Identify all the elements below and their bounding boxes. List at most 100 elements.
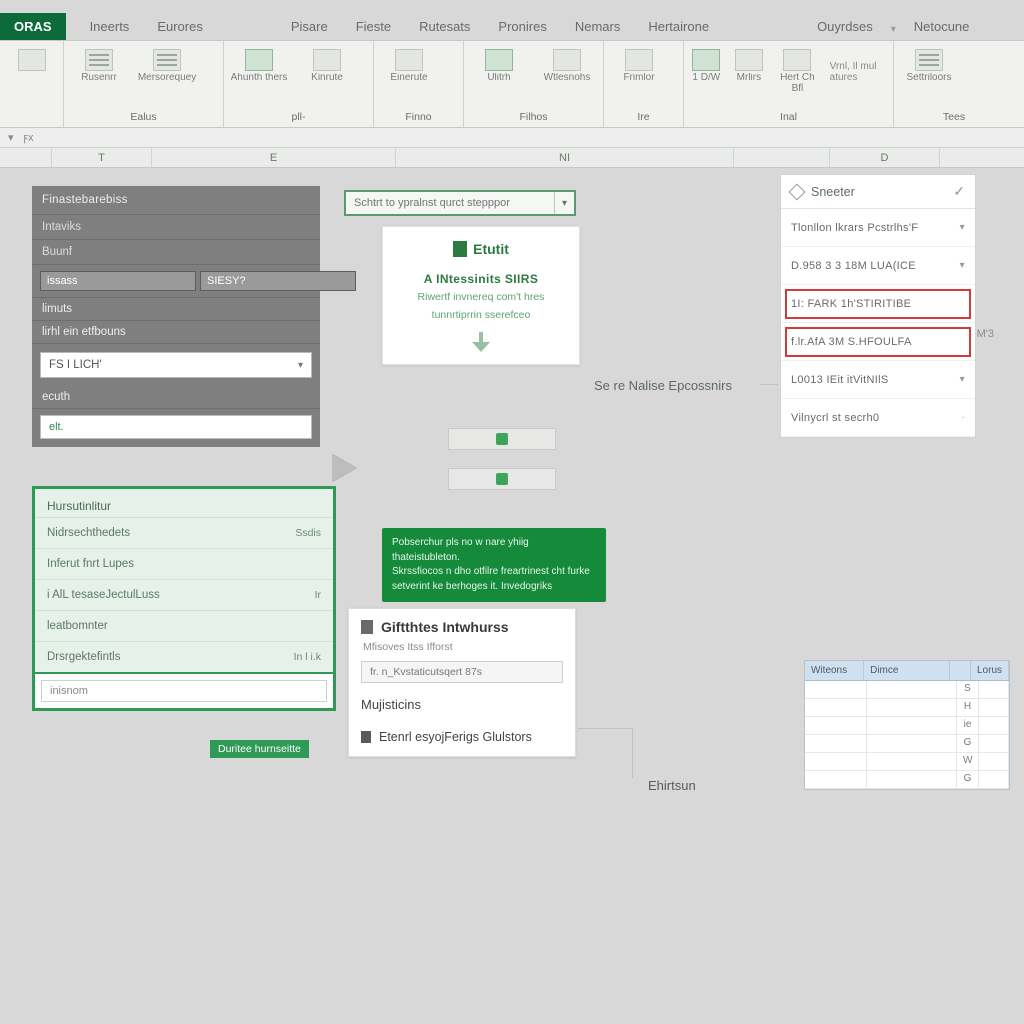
ribbon-btn-clipboard[interactable] [6,49,57,84]
panel-row-intaviks[interactable]: Intaviks [32,215,320,240]
worksheet-canvas: Finastebarebiss Intaviks Buunf limuts li… [0,168,1024,1024]
tab-rutesats[interactable]: Rutesats [405,13,484,40]
panel-select[interactable]: FS I LICH' ▾ [40,352,312,378]
mini-action-2[interactable] [448,468,556,490]
col-NI[interactable]: NI [396,148,734,167]
suggestion-input[interactable] [41,680,327,702]
ribbon-btn-ahunth[interactable]: Ahunth thers [230,49,288,84]
check-icon [496,433,508,445]
promo-card: Etutit A INtessinits SIIRS Riwertf invne… [382,226,580,365]
arrow-right-icon [332,454,356,482]
table-row[interactable]: S [805,681,1009,699]
folders-card: Giftthtes Intwhurss Mfisoves Itss Iffors… [348,608,576,757]
suggestion-item[interactable]: DrsrgektefintlsIn l i.k [35,641,333,672]
mt-head-4[interactable]: Lorus [971,661,1009,680]
chevron-down-icon: ▾ [298,360,303,371]
slicer-row[interactable]: Tlonllon lkrars Pcstrlhs'F▾ [781,209,975,247]
tab-ouyrdses[interactable]: Ouyrdses [803,13,887,40]
ribbon-btn-1dw[interactable]: 1 D/W [690,49,723,94]
ribbon-btn-rusenrr[interactable]: Rusenrr [70,49,128,84]
center-search-dropdown[interactable]: ▾ [554,192,574,214]
suggestion-header: Hursutinlitur [35,489,333,517]
ribbon-btn-hertchbfl[interactable]: Hert Ch Bfl [775,49,819,94]
tab-nemars[interactable]: Nemars [561,13,635,40]
folders-item-2[interactable]: Etenrl esyojFerigs Glulstors [361,730,563,744]
slicer-header[interactable]: Sneeter ✓ [781,175,975,209]
ribbon-group-pll: pll- [230,111,367,125]
mini-table-header: Witeons Dimce Lorus [805,661,1009,681]
center-search-input[interactable] [346,197,554,209]
table-row[interactable]: G [805,735,1009,753]
ribbon-btn-einerute[interactable]: Einerute [380,49,438,84]
ribbon-btn-ulitrh[interactable]: Ulitrh [470,49,528,84]
folders-subtitle: Mfisoves Itss Ifforst [363,641,563,653]
panel-input-a[interactable] [40,271,196,291]
promo-sub2: tunnrtiprrin sserefceo [393,308,569,322]
callout-label: Se re Nalise Epcossnirs [594,378,732,393]
slicer-row[interactable]: L0013 IEit itVitNIlS▾ [781,361,975,399]
ribbon-btn-settriloors[interactable]: Settriloors [900,49,958,84]
panel-row-limuts[interactable]: limuts [32,298,320,321]
panel-row-ecuth[interactable]: ecuth [32,386,320,409]
namebox[interactable]: ▾ [8,131,14,144]
mt-head-2[interactable]: Dimce [864,661,949,680]
center-search[interactable]: ▾ [344,190,576,216]
arrow-down-icon [470,332,492,354]
slicer-row-highlight[interactable]: 1I: FARK 1h'STIRITIBE [781,285,975,323]
chevron-down-icon: ▾ [960,374,965,385]
ribbon-btn-mrlirs[interactable]: Mrlirs [733,49,766,94]
chevron-down-icon: ▾ [960,222,965,233]
suggestion-item[interactable]: leatbomnter [35,610,333,641]
ribbon-group-tees: Tees [900,111,1008,125]
free-label-ehirtsun: Ehirtsun [648,778,696,793]
mt-head-1[interactable]: Witeons [805,661,864,680]
fx-icon[interactable]: ϝx [24,132,34,144]
suggestion-item[interactable]: Inferut fnrt Lupes [35,548,333,579]
tab-fieste[interactable]: Fieste [342,13,405,40]
ribbon-btn-wtlesnohs[interactable]: Wtlesnohs [538,49,596,84]
ribbon-group-ealus: Ealus [70,111,217,125]
slicer-row-highlight[interactable]: f.lr.AfA 3M S.HFOULFA [781,323,975,361]
table-row[interactable]: ie [805,717,1009,735]
ribbon-extra-label: Vrnl, Il mul atures [830,61,887,83]
tab-inserts[interactable]: Ineerts [76,13,144,40]
mt-head-3[interactable] [950,661,971,680]
tab-active[interactable]: ORAS [0,13,66,40]
tab-pronires[interactable]: Pronires [484,13,560,40]
suggestion-item[interactable]: i AlL tesaseJectulLussIr [35,579,333,610]
formula-bar: ▾ ϝx [0,128,1024,148]
col-T[interactable]: T [52,148,152,167]
table-row[interactable]: G [805,771,1009,789]
panel-row-lirhl[interactable]: lirhl ein etfbouns [32,321,320,344]
ribbon-btn-kinrute[interactable]: Kinrute [298,49,356,84]
tab-eurores[interactable]: Eurores [143,13,217,40]
folders-title: Giftthtes Intwhurss [361,619,563,635]
suggestion-item[interactable]: NidrsechthedetsSsdis [35,517,333,548]
promo-logo: Etutit [453,241,509,257]
info-tooltip: Pobserchur pls no w nare yhiig thateistu… [382,528,606,602]
table-row[interactable]: H [805,699,1009,717]
panel-search-input[interactable] [40,415,312,439]
col-E[interactable]: E [152,148,396,167]
doc-icon [361,731,371,743]
ribbon-btn-frimlor[interactable]: Frimlor [610,49,668,84]
table-row[interactable]: W [805,753,1009,771]
ribbon-btn-mersorequey[interactable]: Mersorequey [138,49,196,84]
tab-pisare[interactable]: Pisare [277,13,342,40]
col-D[interactable]: D [830,148,940,167]
panel-row-buunf[interactable]: Buunf [32,240,320,265]
check-icon[interactable]: ✓ [953,183,965,200]
folders-item-1[interactable]: Mujisticins [361,697,563,712]
folders-path[interactable]: fr. n_Kvstaticutsqert 87s [361,661,563,683]
suggestion-tag: Duritee hurnseitte [210,740,309,758]
mini-action-1[interactable] [448,428,556,450]
tab-dropdown-icon[interactable]: ▾ [891,24,896,35]
chevron-down-icon: ▾ [960,260,965,271]
tab-hertairone[interactable]: Hertairone [634,13,723,40]
panel-input-b[interactable] [200,271,356,291]
folder-icon [361,620,373,634]
slicer-row[interactable]: D.958 3 3 18M LUA(ICE▾ [781,247,975,285]
slicer-title: Sneeter [811,185,855,199]
tab-netocune[interactable]: Netocune [900,13,984,40]
slicer-row[interactable]: Vilnycrl st secrh0· [781,399,975,437]
